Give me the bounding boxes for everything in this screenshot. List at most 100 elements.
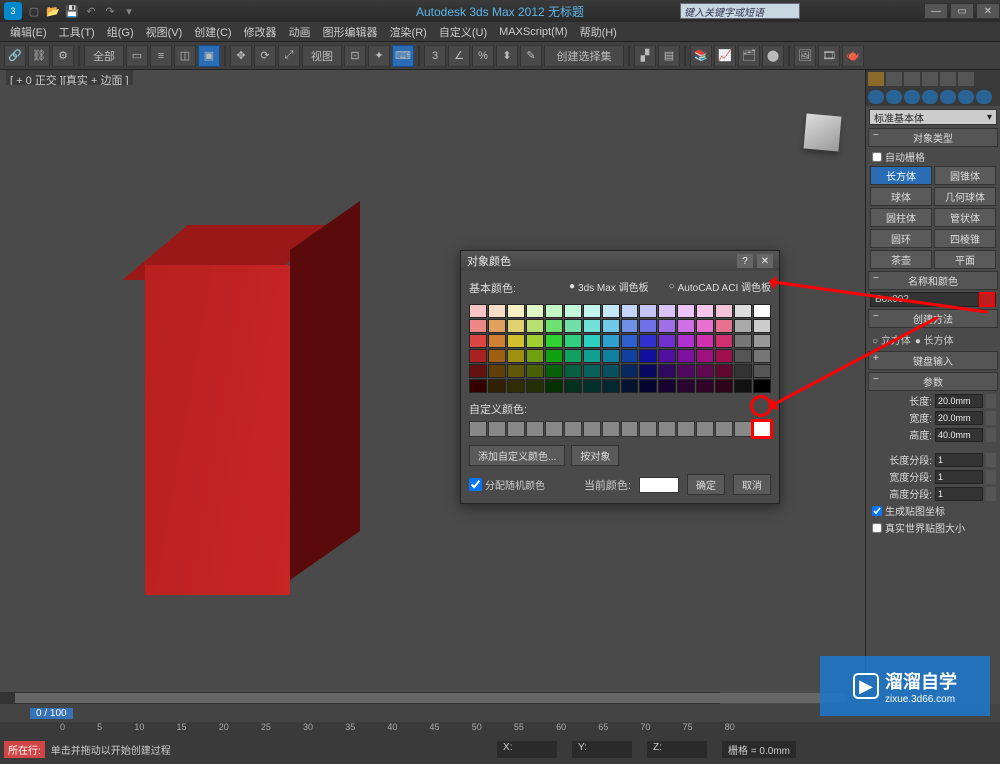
width-input[interactable]: 20.0mm (935, 411, 983, 425)
ok-button[interactable]: 确定 (687, 474, 725, 495)
color-swatch[interactable] (621, 334, 639, 348)
render-frame-icon[interactable]: 🎞 (818, 45, 840, 67)
color-swatch[interactable] (469, 379, 487, 393)
torus-button[interactable]: 圆环 (870, 229, 932, 248)
color-swatch[interactable] (734, 379, 752, 393)
color-swatch[interactable] (677, 349, 695, 363)
shapes-icon[interactable] (886, 90, 902, 104)
color-swatch[interactable] (734, 349, 752, 363)
menu-maxscript[interactable]: MAXScript(M) (495, 24, 571, 40)
color-swatch[interactable] (753, 379, 771, 393)
render-setup-icon[interactable]: 🖼 (794, 45, 816, 67)
custom-swatch[interactable] (621, 421, 639, 437)
autogrid-checkbox[interactable] (872, 152, 882, 162)
genmap-checkbox[interactable] (872, 506, 882, 516)
unlink-icon[interactable]: ⛓ (28, 45, 50, 67)
color-swatch[interactable] (658, 349, 676, 363)
color-swatch[interactable] (602, 379, 620, 393)
custom-swatch[interactable] (658, 421, 676, 437)
color-swatch[interactable] (526, 304, 544, 318)
color-swatch[interactable] (639, 379, 657, 393)
color-swatch[interactable] (734, 334, 752, 348)
open-icon[interactable]: 📂 (45, 3, 61, 19)
add-custom-color-button[interactable]: 添加自定义颜色... (469, 445, 565, 466)
render-icon[interactable]: 🫖 (842, 45, 864, 67)
menu-edit[interactable]: 编辑(E) (6, 22, 51, 42)
color-swatch[interactable] (658, 319, 676, 333)
color-swatch[interactable] (507, 379, 525, 393)
color-swatch[interactable] (621, 379, 639, 393)
motion-tab-icon[interactable] (922, 72, 938, 86)
window-crossing-icon[interactable]: ▣ (198, 45, 220, 67)
color-swatch[interactable] (545, 379, 563, 393)
color-swatch[interactable] (621, 304, 639, 318)
color-swatch[interactable] (488, 364, 506, 378)
color-swatch[interactable] (658, 364, 676, 378)
color-swatch[interactable] (715, 334, 733, 348)
custom-swatch[interactable] (583, 421, 601, 437)
color-swatch[interactable] (753, 334, 771, 348)
align-icon[interactable]: ▤ (658, 45, 680, 67)
color-swatch[interactable] (753, 319, 771, 333)
menu-group[interactable]: 组(G) (103, 22, 138, 42)
color-swatch[interactable] (526, 379, 544, 393)
color-swatch[interactable] (753, 304, 771, 318)
color-swatch[interactable] (526, 334, 544, 348)
primitive-type-dropdown[interactable]: 标准基本体▾ (869, 109, 997, 125)
bind-icon[interactable]: ⚙ (52, 45, 74, 67)
display-tab-icon[interactable] (940, 72, 956, 86)
color-swatch[interactable] (583, 319, 601, 333)
width-spinner[interactable] (986, 411, 996, 425)
custom-swatch[interactable] (696, 421, 714, 437)
color-swatch[interactable] (696, 304, 714, 318)
color-swatch[interactable] (526, 364, 544, 378)
color-swatch[interactable] (469, 364, 487, 378)
tube-button[interactable]: 管状体 (934, 208, 996, 227)
object-name-input[interactable]: Box002 (870, 292, 996, 307)
current-color-swatch[interactable] (639, 477, 679, 493)
object-type-header[interactable]: −对象类型 (868, 128, 998, 147)
height-input[interactable]: 40.0mm (935, 428, 983, 442)
teapot-button[interactable]: 茶壶 (870, 250, 932, 269)
color-swatch[interactable] (583, 364, 601, 378)
custom-swatch[interactable] (602, 421, 620, 437)
color-swatch[interactable] (564, 364, 582, 378)
menu-render[interactable]: 渲染(R) (386, 22, 431, 42)
color-swatch[interactable] (545, 364, 563, 378)
script-listener[interactable]: 所在行: (4, 741, 45, 758)
custom-swatch-selected[interactable] (753, 421, 771, 437)
creation-method-header[interactable]: −创建方法 (868, 309, 998, 328)
color-swatch[interactable] (621, 364, 639, 378)
lsegs-input[interactable]: 1 (935, 453, 983, 467)
color-swatch[interactable] (734, 319, 752, 333)
autocad-palette-radio[interactable]: ○ AutoCAD ACI 调色板 (669, 279, 771, 294)
color-swatch[interactable] (696, 334, 714, 348)
color-swatch[interactable] (677, 334, 695, 348)
color-swatch[interactable] (507, 304, 525, 318)
length-spinner[interactable] (986, 394, 996, 408)
height-spinner[interactable] (986, 428, 996, 442)
color-swatch[interactable] (488, 349, 506, 363)
color-swatch[interactable] (677, 304, 695, 318)
helpers-icon[interactable] (940, 90, 956, 104)
z-coord[interactable]: Z: (647, 741, 707, 758)
sphere-button[interactable]: 球体 (870, 187, 932, 206)
manipulate-icon[interactable]: ✦ (368, 45, 390, 67)
edit-named-icon[interactable]: ✎ (520, 45, 542, 67)
color-swatch[interactable] (469, 349, 487, 363)
cone-button[interactable]: 圆锥体 (934, 166, 996, 185)
color-swatch[interactable] (583, 304, 601, 318)
color-swatch[interactable] (564, 304, 582, 318)
geometry-icon[interactable] (868, 90, 884, 104)
move-icon[interactable]: ✥ (230, 45, 252, 67)
plane-button[interactable]: 平面 (934, 250, 996, 269)
color-swatch[interactable] (639, 334, 657, 348)
modify-tab-icon[interactable] (886, 72, 902, 86)
menu-modifier[interactable]: 修改器 (240, 22, 281, 42)
by-object-button[interactable]: 按对象 (571, 445, 619, 466)
color-swatch[interactable] (734, 304, 752, 318)
color-swatch[interactable] (564, 379, 582, 393)
ref-coord-dropdown[interactable]: 视图 (302, 45, 342, 67)
color-swatch[interactable] (715, 304, 733, 318)
color-swatch[interactable] (658, 334, 676, 348)
